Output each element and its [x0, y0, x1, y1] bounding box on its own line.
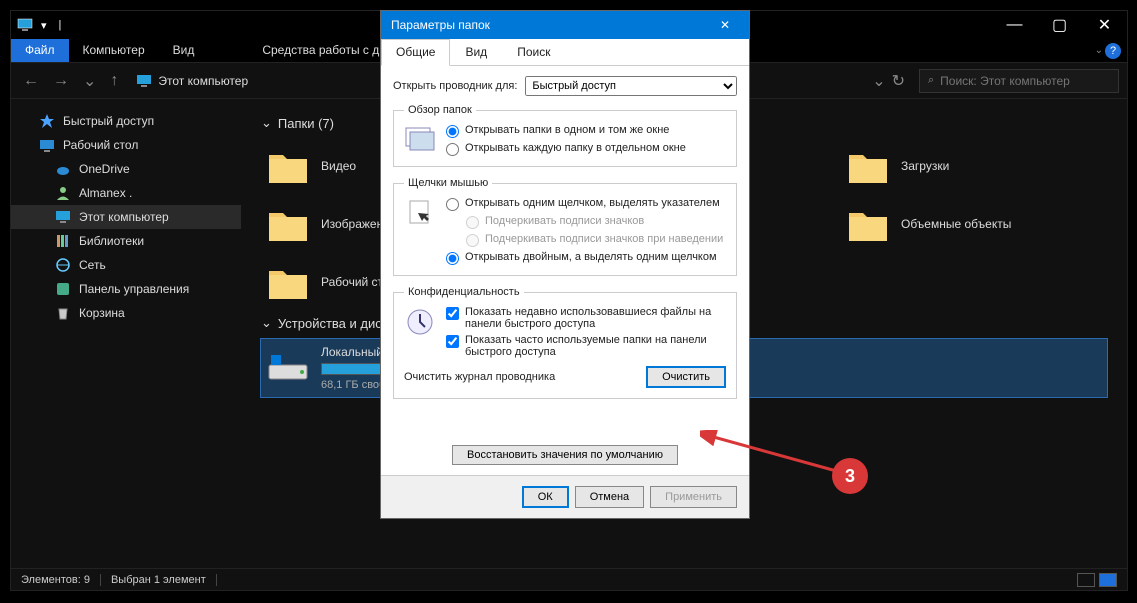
pc-icon [55, 209, 71, 225]
folder-icon [267, 203, 309, 245]
radio-single-click[interactable]: Открывать одним щелчком, выделять указат… [446, 197, 723, 211]
status-selection: Выбран 1 элемент [111, 574, 206, 586]
qat-dropdown[interactable]: ▾ [37, 19, 51, 32]
click-icon [404, 197, 436, 229]
check-frequent-folders[interactable]: Показать часто используемые папки на пан… [446, 334, 726, 358]
radio-underline-hover: Подчеркивать подписи значков при наведен… [466, 233, 723, 247]
refresh-icon[interactable]: ↻ [892, 71, 905, 91]
ribbon-expand-icon[interactable]: ⌄ [1095, 45, 1103, 56]
cpl-icon [55, 281, 71, 297]
desktop-icon [39, 137, 55, 153]
pc-icon [17, 17, 33, 33]
dialog-titlebar: Параметры папок ✕ [381, 11, 749, 39]
folder-icon [847, 145, 889, 187]
folder-item[interactable]: Загрузки [841, 139, 1101, 193]
radio-double-click[interactable]: Открывать двойным, а выделять одним щелч… [446, 251, 723, 265]
sidebar-item-net[interactable]: Сеть [11, 253, 241, 277]
nav-back-icon[interactable]: ← [19, 68, 43, 94]
radio-underline-always: Подчеркивать подписи значков [466, 215, 723, 229]
bin-icon [55, 305, 71, 321]
browse-fieldset: Обзор папок Открывать папки в одном и то… [393, 104, 737, 167]
menu-view[interactable]: Вид [159, 39, 209, 62]
sidebar-item-user[interactable]: Almanex . [11, 181, 241, 205]
browse-icon [404, 124, 436, 156]
sidebar-item-desktop[interactable]: Рабочий стол [11, 133, 241, 157]
quick-icon [39, 113, 55, 129]
sidebar: Быстрый доступРабочий столOneDriveAlmane… [11, 99, 241, 568]
privacy-icon [404, 306, 436, 338]
sidebar-item-pc[interactable]: Этот компьютер [11, 205, 241, 229]
sidebar-item-quick[interactable]: Быстрый доступ [11, 109, 241, 133]
close-button[interactable]: ✕ [1082, 11, 1127, 39]
search-icon: ⌕ [928, 74, 934, 87]
folder-icon [267, 261, 309, 303]
user-icon [55, 185, 71, 201]
search-box[interactable]: ⌕ [919, 69, 1119, 93]
qat-separator: | [55, 19, 66, 31]
statusbar: Элементов: 9 Выбран 1 элемент [11, 568, 1127, 590]
clear-button[interactable]: Очистить [646, 366, 726, 388]
folder-options-dialog: Параметры папок ✕ Общие Вид Поиск Открыт… [380, 10, 750, 519]
folder-icon [267, 145, 309, 187]
open-for-select[interactable]: Быстрый доступ [525, 76, 737, 96]
cloud-icon [55, 161, 71, 177]
privacy-fieldset: Конфиденциальность Показать недавно испо… [393, 286, 737, 399]
browse-legend: Обзор папок [404, 104, 476, 116]
privacy-legend: Конфиденциальность [404, 286, 524, 298]
maximize-button[interactable]: ▢ [1037, 11, 1082, 39]
folder-icon [847, 203, 889, 245]
folder-item[interactable]: Объемные объекты [841, 197, 1101, 251]
open-for-label: Открыть проводник для: [393, 80, 517, 92]
restore-defaults-button[interactable]: Восстановить значения по умолчанию [452, 445, 678, 465]
address-text: Этот компьютер [158, 74, 248, 88]
help-icon[interactable]: ? [1105, 43, 1121, 59]
net-icon [55, 257, 71, 273]
radio-separate-window[interactable]: Открывать каждую папку в отдельном окне [446, 142, 686, 156]
view-details-button[interactable] [1077, 573, 1095, 587]
ok-button[interactable]: ОК [522, 486, 569, 508]
sidebar-item-lib[interactable]: Библиотеки [11, 229, 241, 253]
click-fieldset: Щелчки мышью Открывать одним щелчком, вы… [393, 177, 737, 276]
radio-same-window[interactable]: Открывать папки в одном и том же окне [446, 124, 686, 138]
drive-icon [267, 345, 309, 387]
cancel-button[interactable]: Отмена [575, 486, 644, 508]
sidebar-item-cloud[interactable]: OneDrive [11, 157, 241, 181]
sidebar-item-cpl[interactable]: Панель управления [11, 277, 241, 301]
tab-view[interactable]: Вид [450, 39, 502, 65]
apply-button[interactable]: Применить [650, 486, 737, 508]
minimize-button[interactable]: — [992, 11, 1037, 39]
dialog-footer: ОК Отмена Применить [381, 475, 749, 518]
menu-file[interactable]: Файл [11, 39, 69, 62]
status-count: Элементов: 9 [21, 574, 90, 586]
tab-general[interactable]: Общие [381, 39, 450, 66]
check-recent-files[interactable]: Показать недавно использовавшиеся файлы … [446, 306, 726, 330]
address-dropdown-icon[interactable]: ⌄ [872, 71, 885, 91]
nav-history-icon[interactable]: ⌄ [79, 67, 100, 95]
view-tiles-button[interactable] [1099, 573, 1117, 587]
dialog-tabs: Общие Вид Поиск [381, 39, 749, 66]
menu-computer[interactable]: Компьютер [69, 39, 159, 62]
lib-icon [55, 233, 71, 249]
nav-up-icon[interactable]: ↑ [106, 68, 122, 94]
dialog-close-button[interactable]: ✕ [711, 18, 739, 32]
address-pc-icon [136, 73, 152, 89]
annotation-badge: 3 [832, 458, 868, 494]
tab-search[interactable]: Поиск [502, 39, 565, 65]
click-legend: Щелчки мышью [404, 177, 492, 189]
clear-history-label: Очистить журнал проводника [404, 371, 555, 383]
search-input[interactable] [940, 74, 1110, 88]
sidebar-item-bin[interactable]: Корзина [11, 301, 241, 325]
dialog-title: Параметры папок [391, 18, 490, 32]
nav-forward-icon[interactable]: → [49, 68, 73, 94]
